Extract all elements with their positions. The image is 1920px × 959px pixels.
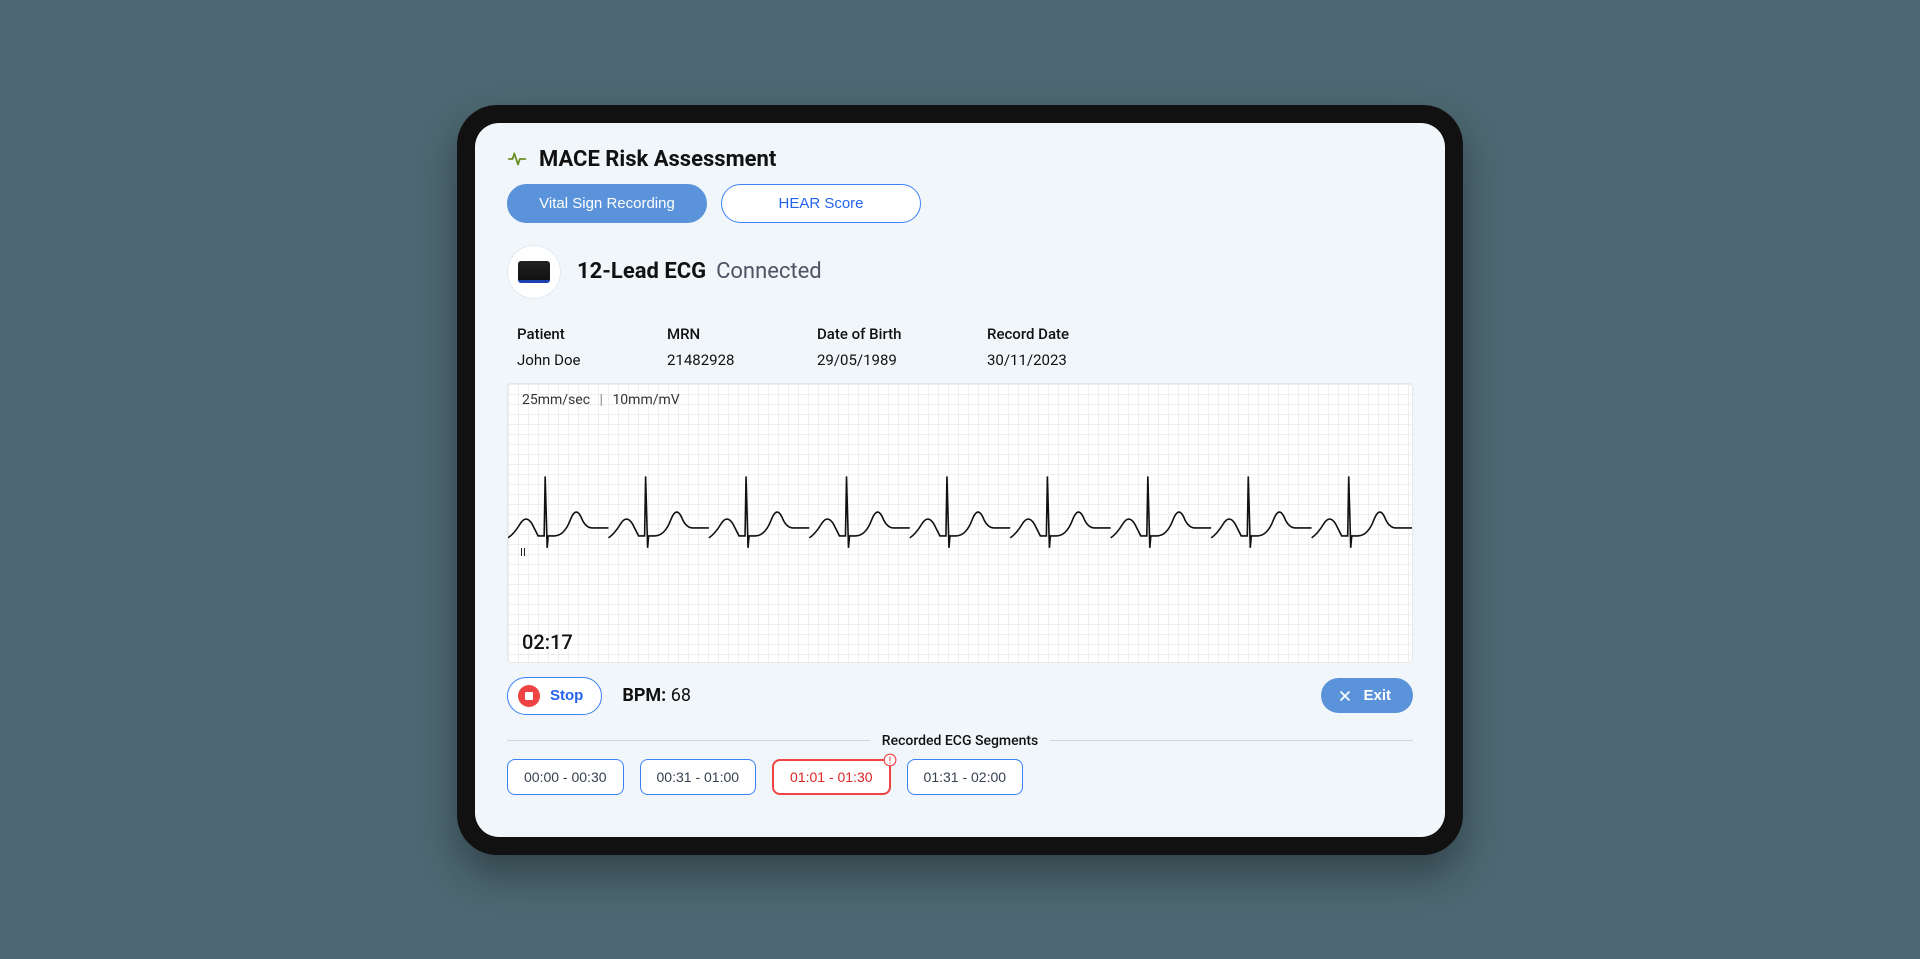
patient-dob-label: Date of Birth bbox=[817, 325, 987, 343]
header: MACE Risk Assessment bbox=[507, 147, 1413, 172]
exit-button-label: Exit bbox=[1363, 687, 1391, 704]
tab-hear-score[interactable]: HEAR Score bbox=[721, 184, 921, 223]
controls: Stop BPM: 68 Exit bbox=[507, 677, 1413, 715]
page-title: MACE Risk Assessment bbox=[539, 147, 776, 172]
segment-button[interactable]: 01:31 - 02:00 bbox=[907, 759, 1024, 795]
patient-name-col: Patient John Doe bbox=[517, 325, 667, 369]
device-title-group: 12-Lead ECG Connected bbox=[577, 259, 822, 284]
segments-list: 00:00 - 00:30 00:31 - 01:00 01:01 - 01:3… bbox=[507, 759, 1413, 795]
controls-left: Stop BPM: 68 bbox=[507, 677, 691, 715]
segment-button[interactable]: 00:00 - 00:30 bbox=[507, 759, 624, 795]
patient-dob-col: Date of Birth 29/05/1989 bbox=[817, 325, 987, 369]
device-name: 12-Lead ECG bbox=[577, 259, 706, 284]
patient-mrn-value: 21482928 bbox=[667, 351, 817, 369]
segment-button-alert[interactable]: 01:01 - 01:30 bbox=[772, 759, 891, 795]
bpm-value: 68 bbox=[671, 685, 691, 706]
patient-mrn-label: MRN bbox=[667, 325, 817, 343]
patient-mrn-col: MRN 21482928 bbox=[667, 325, 817, 369]
divider-right bbox=[1050, 740, 1413, 741]
patient-dob-value: 29/05/1989 bbox=[817, 351, 987, 369]
exit-button[interactable]: Exit bbox=[1321, 678, 1413, 713]
patient-name-label: Patient bbox=[517, 325, 667, 343]
patient-info: Patient John Doe MRN 21482928 Date of Bi… bbox=[517, 325, 1413, 369]
segment-label: 01:01 - 01:30 bbox=[790, 769, 873, 785]
alert-icon bbox=[883, 753, 897, 767]
tab-vital-sign-recording[interactable]: Vital Sign Recording bbox=[507, 184, 707, 223]
segment-button[interactable]: 00:31 - 01:00 bbox=[640, 759, 757, 795]
bpm-readout: BPM: 68 bbox=[622, 685, 691, 706]
app-screen: MACE Risk Assessment Vital Sign Recordin… bbox=[475, 123, 1445, 837]
device-connection-status: Connected bbox=[716, 259, 822, 284]
segments-title: Recorded ECG Segments bbox=[882, 733, 1038, 749]
heartbeat-logo-icon bbox=[507, 148, 529, 170]
stop-button-label: Stop bbox=[550, 687, 583, 704]
device-icon bbox=[507, 245, 561, 299]
record-date-col: Record Date 30/11/2023 bbox=[987, 325, 1157, 369]
segments-header: Recorded ECG Segments bbox=[507, 733, 1413, 749]
record-date-label: Record Date bbox=[987, 325, 1157, 343]
close-icon bbox=[1337, 688, 1353, 704]
divider-left bbox=[507, 740, 870, 741]
ecg-device-icon bbox=[518, 261, 550, 283]
patient-name-value: John Doe bbox=[517, 351, 667, 369]
ecg-trace bbox=[508, 384, 1412, 662]
stop-button[interactable]: Stop bbox=[507, 677, 602, 715]
device-status-row: 12-Lead ECG Connected bbox=[507, 245, 1413, 299]
bpm-label: BPM: bbox=[622, 685, 666, 706]
ecg-timer: 02:17 bbox=[522, 630, 573, 654]
tabs: Vital Sign Recording HEAR Score bbox=[507, 184, 1413, 223]
stop-icon bbox=[518, 685, 540, 707]
tablet-frame: MACE Risk Assessment Vital Sign Recordin… bbox=[457, 105, 1463, 855]
ecg-waveform-panel: 25mm/sec | 10mm/mV II bbox=[507, 383, 1413, 663]
record-date-value: 30/11/2023 bbox=[987, 351, 1157, 369]
